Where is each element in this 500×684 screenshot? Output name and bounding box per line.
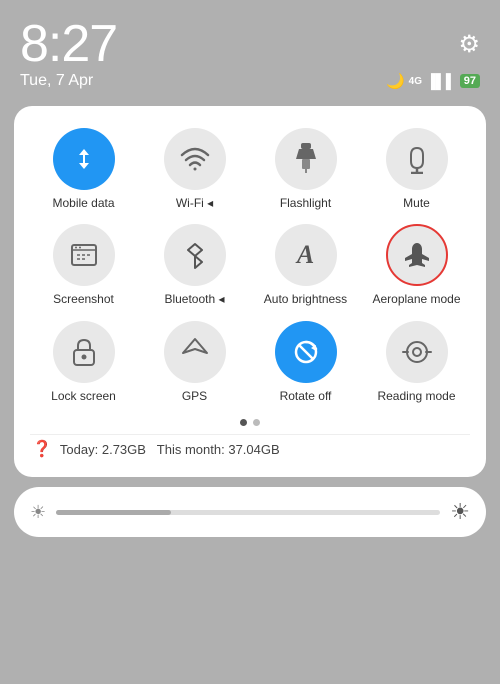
tile-bluetooth[interactable]: Bluetooth ◂ xyxy=(141,220,248,310)
tile-mobile-data[interactable]: Mobile data xyxy=(30,124,137,214)
quick-panel: Mobile data Wi-Fi ◂ xyxy=(14,106,486,477)
tile-rotate-off-label: Rotate off xyxy=(280,389,332,403)
pagination-dots xyxy=(30,419,470,426)
data-usage-text: Today: 2.73GB This month: 37.04GB xyxy=(60,442,280,457)
tile-bluetooth-label: Bluetooth ◂ xyxy=(164,292,224,306)
brightness-high-icon: ☀ xyxy=(450,499,470,525)
battery-badge: 97 xyxy=(460,74,480,88)
tile-gps[interactable]: GPS xyxy=(141,317,248,407)
signal-bars-icon: ▐▌▌ xyxy=(426,73,456,89)
tile-wifi-label: Wi-Fi ◂ xyxy=(176,196,213,210)
tile-mute-label: Mute xyxy=(403,196,430,210)
tile-screenshot-label: Screenshot xyxy=(53,292,114,306)
tile-reading-mode[interactable]: Reading mode xyxy=(363,317,470,407)
tile-screenshot[interactable]: Screenshot xyxy=(30,220,137,310)
data-usage-icon: ❓ xyxy=(32,439,52,459)
tile-auto-brightness-label: Auto brightness xyxy=(264,292,347,306)
brightness-low-icon: ☀ xyxy=(30,502,46,523)
tile-mobile-data-label: Mobile data xyxy=(52,196,114,210)
tile-flashlight-label: Flashlight xyxy=(280,196,331,210)
signal-4g-icon: 4G xyxy=(409,76,422,87)
status-icons: 🌙 4G ▐▌▌ 97 xyxy=(386,72,480,90)
brightness-bar-container: ☀ ☀ xyxy=(14,487,486,537)
moon-icon: 🌙 xyxy=(386,72,405,90)
dot-1[interactable] xyxy=(240,419,247,426)
brightness-slider[interactable] xyxy=(56,510,440,515)
tiles-grid: Mobile data Wi-Fi ◂ xyxy=(30,124,470,407)
tile-aeroplane[interactable]: Aeroplane mode xyxy=(363,220,470,310)
tile-rotate-off[interactable]: Rotate off xyxy=(252,317,359,407)
date-display: Tue, 7 Apr xyxy=(20,72,93,90)
tile-auto-brightness[interactable]: A Auto brightness xyxy=(252,220,359,310)
tile-lock-screen-label: Lock screen xyxy=(51,389,116,403)
tile-aeroplane-label: Aeroplane mode xyxy=(372,292,460,306)
tile-mute[interactable]: Mute xyxy=(363,124,470,214)
tile-flashlight[interactable]: Flashlight xyxy=(252,124,359,214)
status-bar: 8:27 ⚙ Tue, 7 Apr 🌙 4G ▐▌▌ 97 xyxy=(0,0,500,98)
tile-reading-mode-label: Reading mode xyxy=(377,389,455,403)
data-usage-row: ❓ Today: 2.73GB This month: 37.04GB xyxy=(30,434,470,463)
tile-wifi[interactable]: Wi-Fi ◂ xyxy=(141,124,248,214)
time-display: 8:27 xyxy=(20,18,117,70)
gear-icon[interactable]: ⚙ xyxy=(458,30,480,59)
tile-gps-label: GPS xyxy=(182,389,207,403)
tile-lock-screen[interactable]: Lock screen xyxy=(30,317,137,407)
dot-2[interactable] xyxy=(253,419,260,426)
